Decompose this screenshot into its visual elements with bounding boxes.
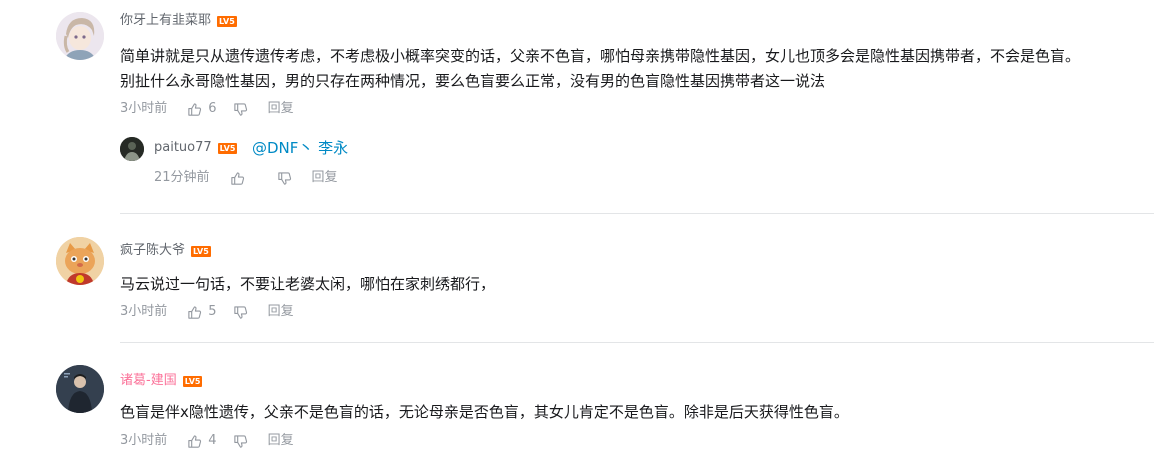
- like-button[interactable]: 4: [187, 433, 217, 449]
- like-count: 6: [208, 101, 217, 116]
- like-button[interactable]: 6: [187, 101, 217, 117]
- username-text[interactable]: 疯子陈大爷: [120, 242, 185, 260]
- username-text[interactable]: 你牙上有韭菜耶: [120, 12, 211, 30]
- comment-username[interactable]: 疯子陈大爷 LV5: [120, 242, 211, 260]
- reply-meta: 21分钟前 回复: [154, 170, 338, 186]
- comment-username[interactable]: 诸葛-建国 LV5: [120, 372, 203, 390]
- thumb-down-icon: [233, 434, 247, 448]
- reply-text: @DNF丶 李永: [232, 136, 348, 160]
- level-badge: LV5: [191, 245, 211, 257]
- comment-time: 3小时前: [120, 433, 168, 448]
- comment-meta: 3小时前 4 回复: [120, 433, 294, 449]
- thumb-up-icon: [188, 305, 202, 319]
- thumb-down-icon: [277, 171, 291, 185]
- thumb-down-icon: [233, 102, 247, 116]
- cat-avatar-icon: [56, 237, 104, 285]
- like-button[interactable]: [230, 171, 251, 186]
- comment-divider: [120, 342, 1154, 343]
- reply-button[interactable]: 回复: [268, 101, 294, 117]
- username-text[interactable]: paituo77: [154, 139, 212, 157]
- like-count: 4: [208, 433, 217, 448]
- comment-text-line: 马云说过一句话，不要让老婆太闲，哪怕在家刺绣都行，: [120, 275, 496, 293]
- avatar[interactable]: [56, 237, 104, 285]
- dislike-button[interactable]: [233, 102, 248, 117]
- dislike-button[interactable]: [233, 305, 248, 320]
- like-button[interactable]: 5: [187, 304, 217, 320]
- at-mention-link[interactable]: @DNF丶 李永: [252, 139, 348, 157]
- comment-meta: 3小时前 5 回复: [120, 304, 294, 320]
- comment-username[interactable]: 你牙上有韭菜耶 LV5: [120, 12, 237, 30]
- thumb-up-icon: [188, 102, 202, 116]
- username-text[interactable]: 诸葛-建国: [120, 372, 177, 390]
- comment-text-line: 别扯什么永哥隐性基因，男的只存在两种情况，要么色盲要么正常，没有男的色盲隐性基因…: [120, 72, 826, 90]
- like-count: 5: [208, 304, 217, 319]
- dark-avatar-icon: [120, 137, 144, 161]
- level-badge: LV5: [217, 15, 237, 27]
- person-avatar-icon: [56, 365, 104, 413]
- thumb-up-icon: [188, 434, 202, 448]
- avatar[interactable]: [56, 12, 104, 60]
- reply-button[interactable]: 回复: [312, 170, 338, 186]
- reply-button[interactable]: 回复: [268, 433, 294, 449]
- reply-username[interactable]: paituo77 LV5: [154, 139, 238, 157]
- dislike-button[interactable]: [277, 171, 292, 186]
- level-badge: LV5: [182, 375, 203, 387]
- thumb-down-icon: [233, 305, 247, 319]
- avatar[interactable]: [120, 137, 144, 161]
- reply-button[interactable]: 回复: [268, 304, 294, 320]
- thumb-up-icon: [230, 171, 244, 185]
- dislike-button[interactable]: [233, 434, 248, 449]
- reply-time: 21分钟前: [154, 170, 210, 185]
- comment-text-line: 色盲是伴x隐性遗传，父亲不是色盲的话，无论母亲是否色盲，其女儿肯定不是色盲。除非…: [120, 403, 849, 421]
- comment-meta: 3小时前 6 回复: [120, 101, 294, 117]
- comment-divider: [120, 213, 1154, 214]
- comment-text-line: 简单讲就是只从遗传遗传考虑，不考虑极小概率突变的话，父亲不色盲，哪怕母亲携带隐性…: [120, 47, 1081, 65]
- comment-time: 3小时前: [120, 101, 168, 116]
- anime-avatar-icon: [56, 12, 104, 60]
- avatar[interactable]: [56, 365, 104, 413]
- comment-time: 3小时前: [120, 304, 168, 319]
